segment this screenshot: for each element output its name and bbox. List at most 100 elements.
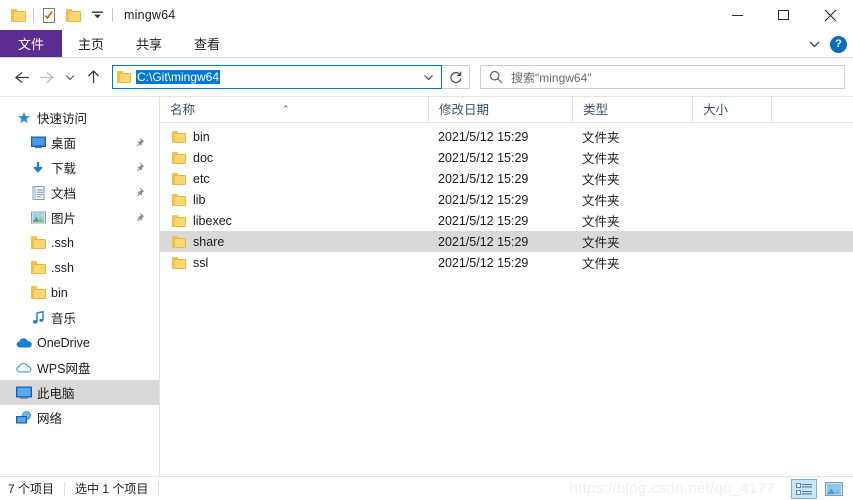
sidebar-label: 快速访问 bbox=[37, 112, 88, 126]
file-date: 2021/5/12 15:29 bbox=[438, 150, 529, 165]
sidebar-label: 图片 bbox=[51, 212, 77, 226]
navigation-pane: 快速访问 桌面 下载 文档 图片 .ssh .ssh bin 音乐 OneDri… bbox=[0, 97, 160, 476]
title-bar: mingw64 bbox=[0, 0, 853, 30]
ribbon-right-controls: ? bbox=[809, 30, 847, 58]
table-row[interactable]: etc 2021/5/12 15:29 文件夹 bbox=[160, 168, 853, 189]
pin-icon[interactable] bbox=[136, 136, 147, 150]
maximize-button[interactable] bbox=[761, 0, 807, 30]
sidebar-item-ssh-2[interactable]: .ssh bbox=[0, 255, 159, 280]
sidebar-item-onedrive[interactable]: OneDrive bbox=[0, 330, 159, 355]
close-button[interactable] bbox=[807, 0, 853, 30]
view-mode-buttons bbox=[791, 479, 847, 499]
file-name-cell: ssl bbox=[160, 252, 428, 273]
file-name-cell: share bbox=[160, 231, 428, 252]
sidebar-item-downloads[interactable]: 下载 bbox=[0, 155, 159, 180]
folder-icon[interactable] bbox=[6, 4, 30, 26]
column-header-type[interactable]: 类型 bbox=[572, 96, 692, 123]
network-icon bbox=[14, 410, 34, 425]
file-name-cell: libexec bbox=[160, 210, 428, 231]
pin-icon[interactable] bbox=[136, 186, 147, 200]
customize-chevron-icon[interactable] bbox=[85, 4, 109, 26]
sidebar-item-wps-cloud[interactable]: WPS网盘 bbox=[0, 355, 159, 380]
file-size bbox=[692, 126, 772, 147]
forward-button[interactable] bbox=[34, 64, 60, 90]
toolbar-separator-1 bbox=[33, 8, 34, 22]
file-explorer-window: mingw64 文件 主页 共享 查看 ? C:\Git\mingw64 搜索"… bbox=[0, 0, 853, 500]
column-header-date[interactable]: 修改日期 bbox=[428, 96, 572, 123]
file-name: libexec bbox=[193, 213, 232, 228]
window-title: mingw64 bbox=[124, 8, 176, 22]
sidebar-item-this-pc[interactable]: 此电脑 bbox=[0, 380, 159, 405]
file-name: bin bbox=[193, 129, 210, 144]
tab-file[interactable]: 文件 bbox=[0, 30, 63, 57]
status-item-count: 7 个项目 bbox=[8, 481, 55, 496]
table-row[interactable]: lib 2021/5/12 15:29 文件夹 bbox=[160, 189, 853, 210]
status-bar: 7 个项目 选中 1 个项目 https://blog.csdn.net/qq_… bbox=[0, 476, 853, 500]
file-type: 文件夹 bbox=[582, 194, 620, 208]
address-dropdown-chevron-icon[interactable] bbox=[415, 74, 441, 81]
sidebar-item-pictures[interactable]: 图片 bbox=[0, 205, 159, 230]
sidebar-label: 桌面 bbox=[51, 137, 77, 151]
file-list-pane: 名称 ⌃ 修改日期 类型 大小 bin 2021/5/12 15:29 文件夹 bbox=[160, 96, 853, 476]
file-type: 文件夹 bbox=[582, 152, 620, 166]
properties-icon[interactable] bbox=[37, 4, 61, 26]
file-size bbox=[692, 168, 772, 189]
file-size bbox=[692, 231, 772, 252]
file-name-cell: bin bbox=[160, 126, 428, 147]
column-header-name[interactable]: 名称 ⌃ bbox=[160, 97, 428, 123]
sidebar-label: .ssh bbox=[51, 260, 74, 275]
recent-locations-chevron-icon[interactable] bbox=[60, 64, 80, 90]
file-rows: bin 2021/5/12 15:29 文件夹 doc 2021/5/12 15… bbox=[160, 123, 853, 476]
large-icons-view-button[interactable] bbox=[821, 479, 847, 499]
minimize-button[interactable] bbox=[715, 0, 761, 30]
file-name: ssl bbox=[193, 255, 209, 270]
search-box[interactable]: 搜索"mingw64" bbox=[480, 65, 845, 89]
sidebar-item-documents[interactable]: 文档 bbox=[0, 180, 159, 205]
expand-ribbon-chevron-icon[interactable] bbox=[809, 37, 820, 51]
help-icon[interactable]: ? bbox=[830, 35, 847, 53]
pin-icon[interactable] bbox=[136, 211, 147, 225]
download-icon bbox=[28, 161, 48, 175]
file-date: 2021/5/12 15:29 bbox=[438, 171, 529, 186]
sidebar-item-bin[interactable]: bin bbox=[0, 280, 159, 305]
desktop-icon bbox=[28, 136, 48, 149]
sidebar-item-desktop[interactable]: 桌面 bbox=[0, 130, 159, 155]
details-view-button[interactable] bbox=[791, 479, 817, 499]
tab-view[interactable]: 查看 bbox=[178, 30, 236, 57]
onedrive-icon bbox=[14, 337, 34, 349]
table-row[interactable]: bin 2021/5/12 15:29 文件夹 bbox=[160, 126, 853, 147]
tab-share[interactable]: 共享 bbox=[120, 30, 178, 57]
column-header-name-label: 名称 bbox=[170, 102, 196, 117]
pin-icon[interactable] bbox=[136, 161, 147, 175]
table-row[interactable]: ssl 2021/5/12 15:29 文件夹 bbox=[160, 252, 853, 273]
sidebar-item-network[interactable]: 网络 bbox=[0, 405, 159, 430]
explorer-body: 快速访问 桌面 下载 文档 图片 .ssh .ssh bin 音乐 OneDri… bbox=[0, 96, 853, 476]
table-row[interactable]: doc 2021/5/12 15:29 文件夹 bbox=[160, 147, 853, 168]
sidebar-item-quick-access[interactable]: 快速访问 bbox=[0, 105, 159, 130]
this-pc-icon bbox=[14, 386, 34, 400]
documents-icon bbox=[28, 185, 48, 200]
file-size bbox=[692, 252, 772, 273]
sidebar-label: OneDrive bbox=[37, 335, 90, 350]
column-headers: 名称 ⌃ 修改日期 类型 大小 bbox=[160, 96, 853, 123]
address-value: C:\Git\mingw64 bbox=[136, 70, 221, 84]
file-date: 2021/5/12 15:29 bbox=[438, 255, 529, 270]
file-size bbox=[692, 189, 772, 210]
sidebar-item-ssh-1[interactable]: .ssh bbox=[0, 230, 159, 255]
file-date: 2021/5/12 15:29 bbox=[438, 192, 529, 207]
sidebar-item-music[interactable]: 音乐 bbox=[0, 305, 159, 330]
address-input[interactable]: C:\Git\mingw64 bbox=[135, 70, 415, 84]
new-folder-icon[interactable] bbox=[61, 4, 85, 26]
table-row[interactable]: share 2021/5/12 15:29 文件夹 bbox=[160, 231, 853, 252]
file-name-cell: etc bbox=[160, 168, 428, 189]
back-button[interactable] bbox=[8, 64, 34, 90]
up-button[interactable] bbox=[80, 64, 106, 90]
file-name: doc bbox=[193, 150, 214, 165]
column-header-size[interactable]: 大小 bbox=[692, 96, 772, 123]
refresh-button[interactable] bbox=[442, 65, 470, 89]
music-icon bbox=[28, 310, 48, 325]
tab-home[interactable]: 主页 bbox=[62, 30, 120, 57]
table-row[interactable]: libexec 2021/5/12 15:29 文件夹 bbox=[160, 210, 853, 231]
file-type: 文件夹 bbox=[582, 257, 620, 271]
address-bar[interactable]: C:\Git\mingw64 bbox=[112, 65, 442, 89]
